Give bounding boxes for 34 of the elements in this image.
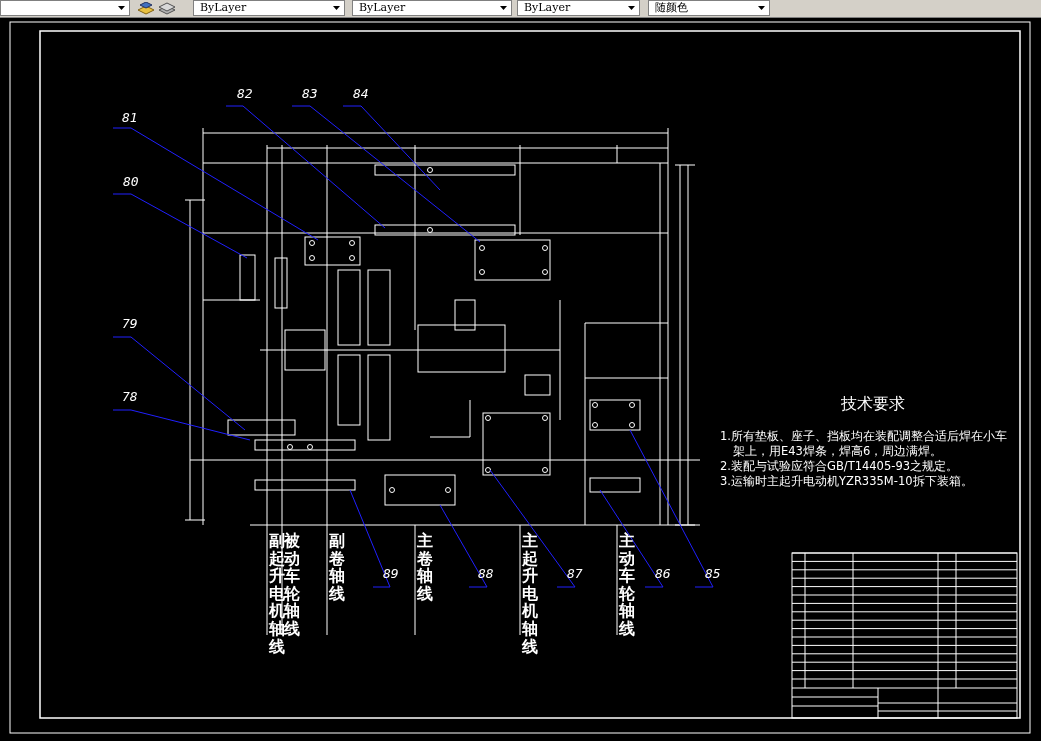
balloon-number: 78 <box>122 389 138 404</box>
axis-label: 副卷轴线 <box>329 532 345 603</box>
axis-label: 副起升电机轴线 <box>269 532 285 656</box>
dropdown-arrow-icon <box>758 6 765 10</box>
layers-icon[interactable] <box>137 2 155 16</box>
balloon-number: 81 <box>122 110 138 125</box>
requirement-text: 3.运输时主起升电动机YZR335M-10拆下装箱。 <box>720 474 974 489</box>
dropdown-arrow-icon <box>628 6 635 10</box>
balloon-number: 89 <box>383 566 399 581</box>
property-dropdown[interactable]: 随颜色 <box>648 0 770 16</box>
balloon-number: 87 <box>567 566 583 581</box>
balloon-number: 83 <box>302 86 318 101</box>
balloon-number: 88 <box>478 566 494 581</box>
property-dropdown[interactable]: ByLayer <box>352 0 512 16</box>
axis-label: 主起升电机轴线 <box>522 532 538 656</box>
balloon-number: 79 <box>122 316 138 331</box>
requirement-text: 2.装配与试验应符合GB/T14405-93之规定。 <box>720 459 960 474</box>
layers-icon[interactable] <box>158 2 176 16</box>
dropdown-arrow-icon <box>118 6 125 10</box>
requirements-title: 技术要求 <box>839 394 906 415</box>
requirement-text: 1.所有垫板、座子、挡板均在装配调整合适后焊在小车架上，用E43焊条，焊高6，周边满焊。 <box>720 429 1008 459</box>
axis-label: 主动车轮轴线 <box>619 532 635 638</box>
dropdown-arrow-icon <box>333 6 340 10</box>
balloon-number: 82 <box>237 86 253 101</box>
balloon-number: 85 <box>705 566 721 581</box>
balloon-number: 86 <box>655 566 671 581</box>
layer-dropdown[interactable] <box>0 0 130 16</box>
property-dropdown[interactable]: ByLayer <box>517 0 640 16</box>
balloon-number: 84 <box>353 86 369 101</box>
balloon-number: 80 <box>123 174 139 189</box>
axis-label: 被动车轮轴线 <box>284 532 300 638</box>
dropdown-arrow-icon <box>500 6 507 10</box>
axis-label: 主卷轴线 <box>417 532 433 603</box>
property-dropdown[interactable]: ByLayer <box>193 0 345 16</box>
